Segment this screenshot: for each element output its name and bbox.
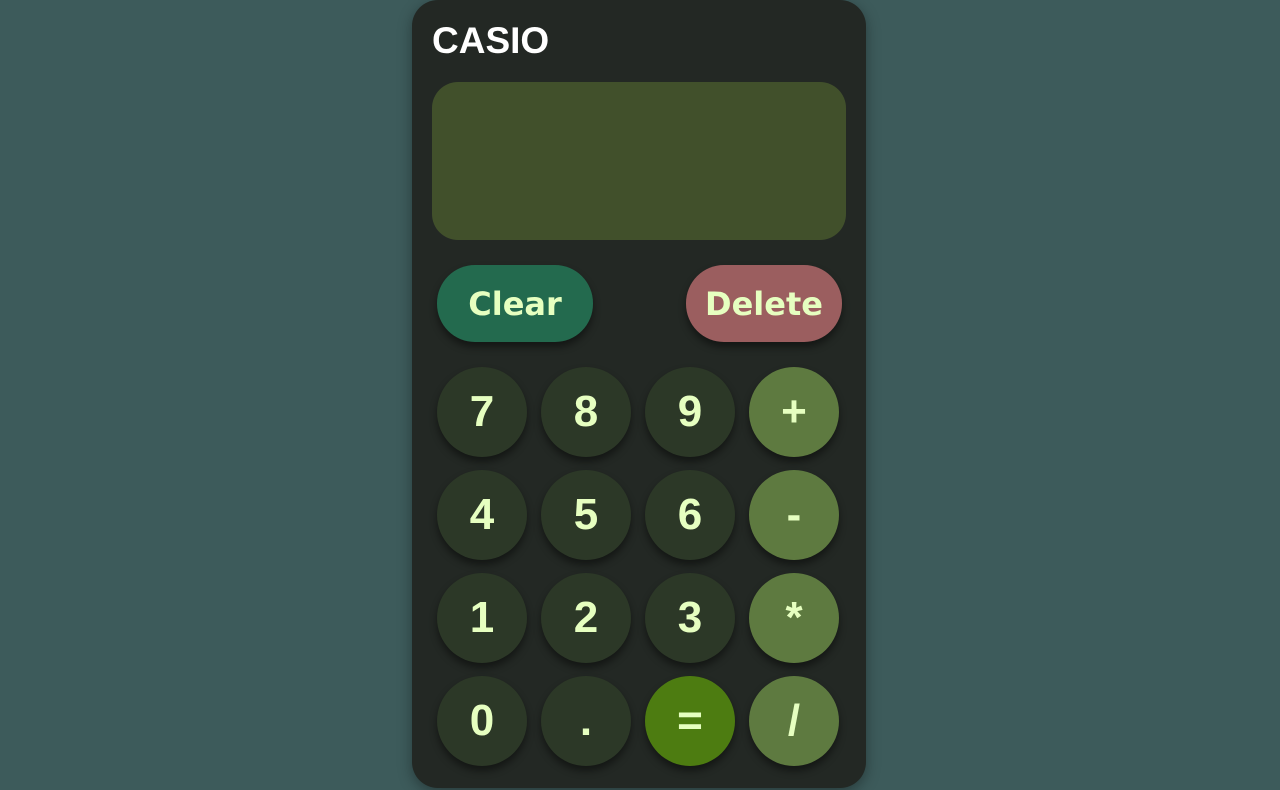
brand-logo: CASIO — [432, 20, 550, 61]
key-plus[interactable]: + — [749, 367, 839, 457]
key-divide[interactable]: / — [749, 676, 839, 766]
key-1[interactable]: 1 — [437, 573, 527, 663]
key-9[interactable]: 9 — [645, 367, 735, 457]
key-5[interactable]: 5 — [541, 470, 631, 560]
clear-button[interactable]: Clear — [437, 265, 593, 342]
key-7[interactable]: 7 — [437, 367, 527, 457]
calculator-display — [432, 82, 846, 240]
calculator: CASIO Clear Delete 7 8 9 + 4 5 6 - 1 2 3… — [412, 0, 866, 788]
delete-button[interactable]: Delete — [686, 265, 842, 342]
key-0[interactable]: 0 — [437, 676, 527, 766]
keypad: 7 8 9 + 4 5 6 - 1 2 3 * 0 . = / — [437, 367, 843, 766]
key-8[interactable]: 8 — [541, 367, 631, 457]
key-4[interactable]: 4 — [437, 470, 527, 560]
key-multiply[interactable]: * — [749, 573, 839, 663]
key-minus[interactable]: - — [749, 470, 839, 560]
key-equals[interactable]: = — [645, 676, 735, 766]
key-6[interactable]: 6 — [645, 470, 735, 560]
key-3[interactable]: 3 — [645, 573, 735, 663]
key-decimal[interactable]: . — [541, 676, 631, 766]
key-2[interactable]: 2 — [541, 573, 631, 663]
